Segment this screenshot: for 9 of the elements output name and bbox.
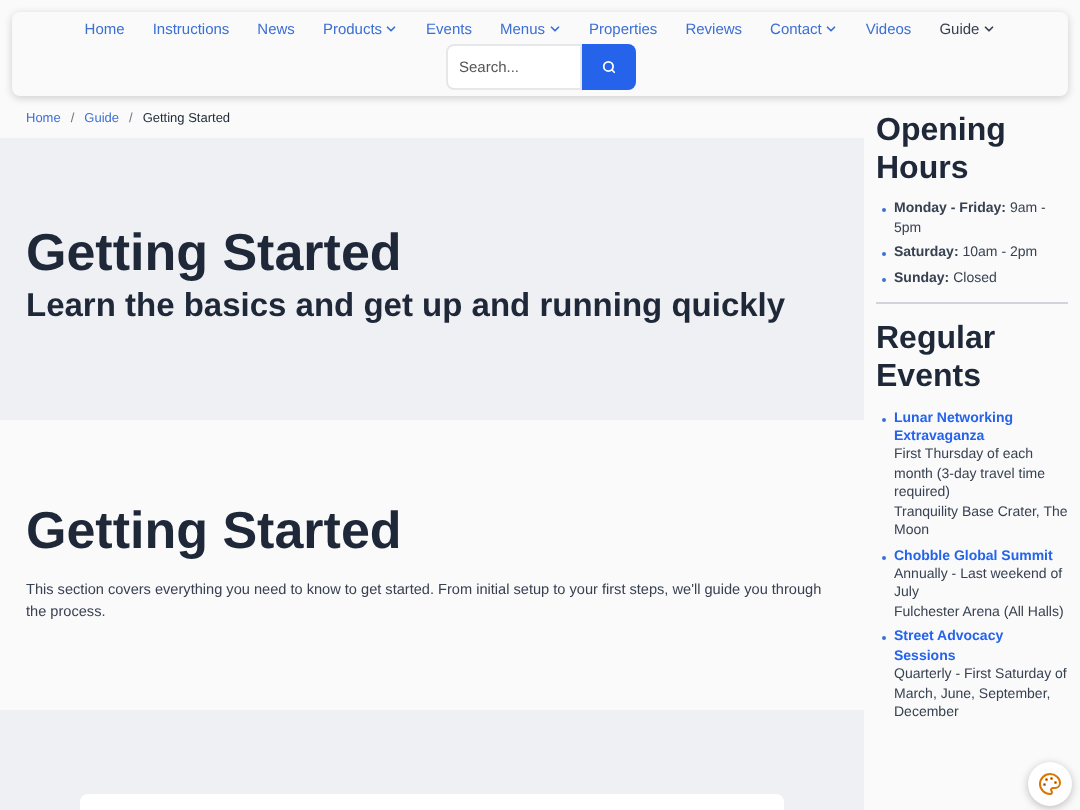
palette-icon: [1038, 772, 1062, 796]
section-title: Getting Started: [26, 500, 404, 563]
search-button[interactable]: [581, 44, 635, 90]
sidebar-heading: Opening Hours: [876, 112, 1008, 189]
sidebar-heading: Regular Events: [876, 320, 998, 397]
theme-button[interactable]: [1028, 762, 1072, 806]
page-title: Getting Started: [26, 222, 404, 285]
page-subtitle: Learn the basics and get up and running quickly: [26, 288, 788, 327]
search-icon: [601, 60, 615, 74]
